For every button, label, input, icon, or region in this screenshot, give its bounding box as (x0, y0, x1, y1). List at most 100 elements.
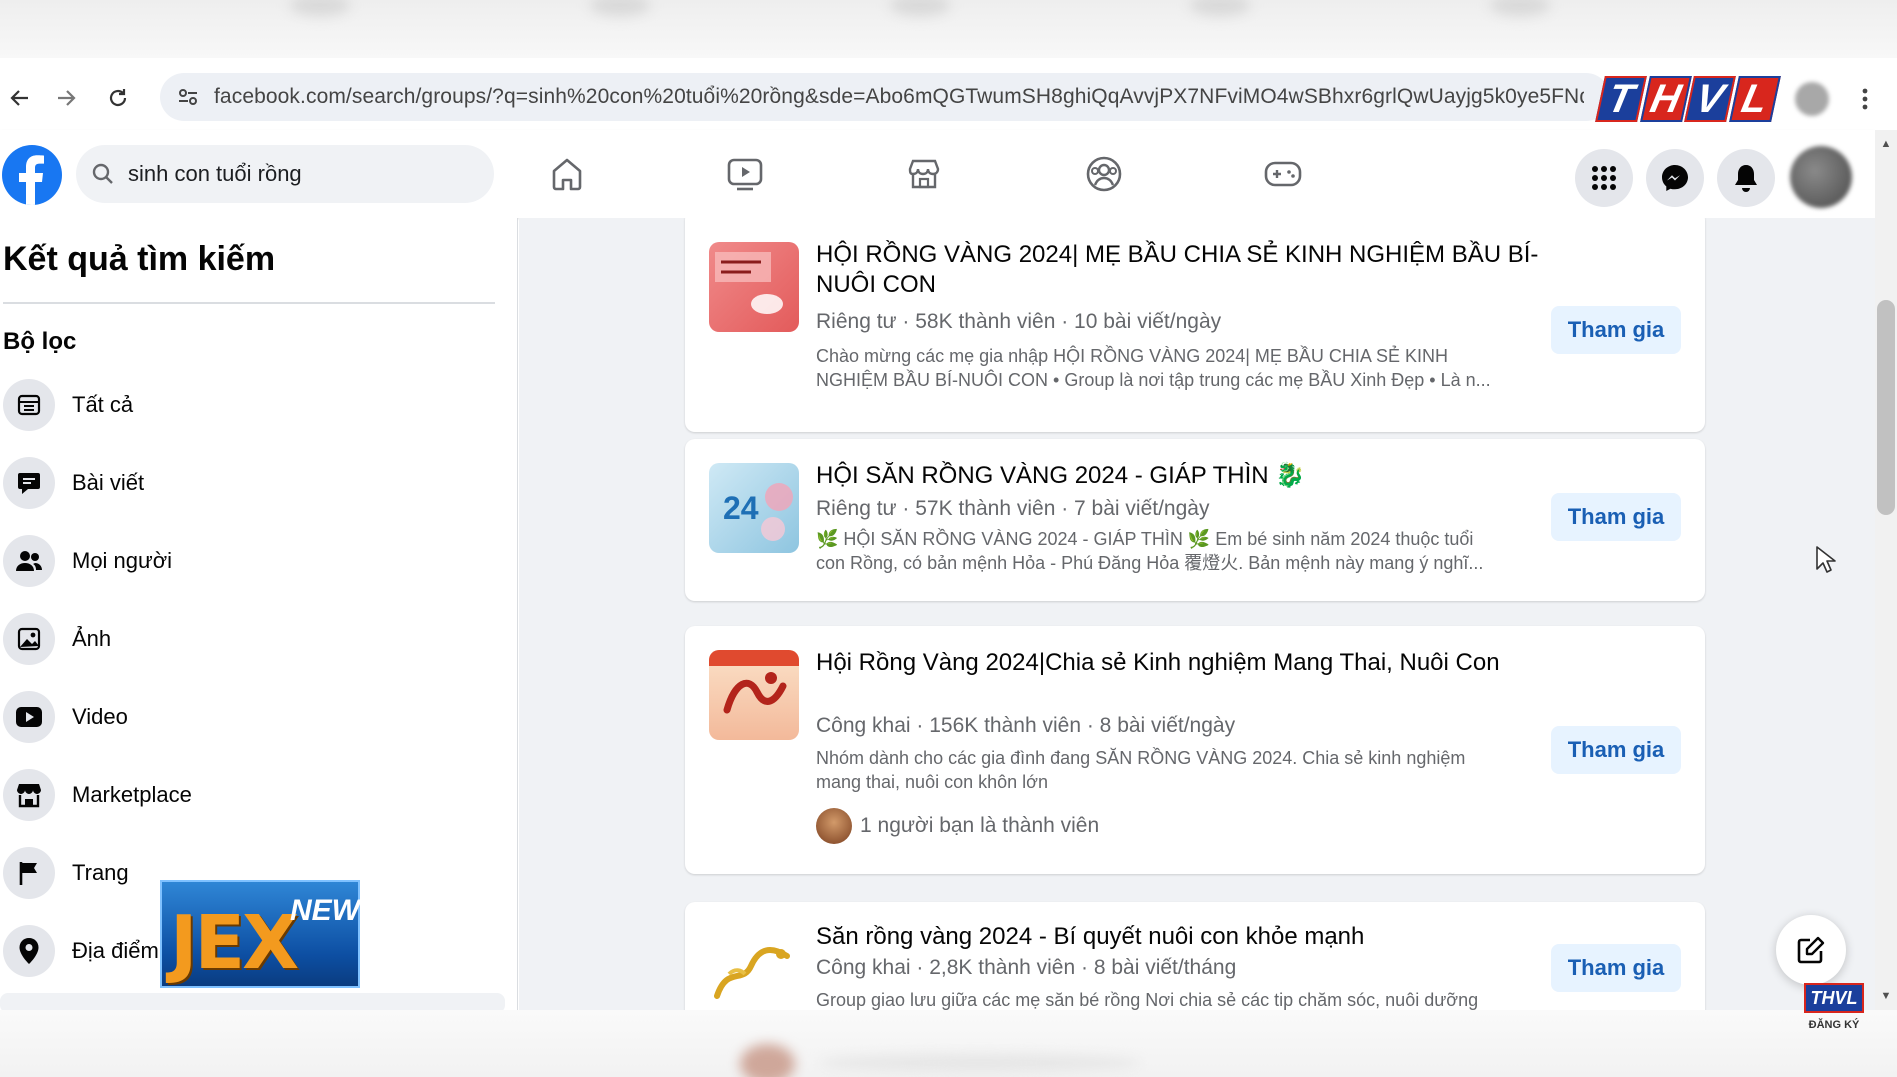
thvl-letter: V (1684, 76, 1736, 122)
group-title-link[interactable]: HỘI SĂN RỒNG VÀNG 2024 - GIÁP THÌN 🐉 (816, 461, 1576, 491)
group-cover-image[interactable] (709, 926, 799, 1010)
browser-toolbar: facebook.com/search/groups/?q=sinh%20con… (0, 68, 1897, 126)
group-cover-image[interactable]: 24 (709, 463, 799, 553)
gaming-icon (1264, 161, 1302, 187)
sidebar-item-label: Tất cả (72, 392, 134, 417)
group-description-line: Group giao lưu giữa các mẹ săn bé rồng N… (816, 990, 1479, 1010)
sidebar-item-marketplace[interactable]: Marketplace (0, 760, 500, 830)
photo-icon (3, 613, 55, 665)
scroll-down-arrow-icon[interactable]: ▼ (1878, 990, 1894, 1004)
reload-icon (109, 89, 127, 107)
sidebar-item-label: Trang (72, 860, 129, 885)
thvl-letter: H (1639, 76, 1691, 122)
sidebar-item-posts[interactable]: Bài viết (0, 448, 500, 518)
facebook-logo-icon[interactable] (2, 145, 62, 205)
forward-button[interactable] (46, 78, 86, 118)
group-description: 🌿 HỘI SĂN RỒNG VÀNG 2024 - GIÁP THÌN 🌿 E… (816, 527, 1536, 575)
group-result-card[interactable]: HỘI RỒNG VÀNG 2024| MẸ BẦU CHIA SẺ KINH … (685, 218, 1705, 432)
compose-icon (1797, 936, 1825, 964)
nav-gaming-button[interactable] (1261, 152, 1305, 196)
group-meta: Riêng tư · 58K thành viên · 10 bài viết/… (816, 310, 1222, 333)
address-bar[interactable]: facebook.com/search/groups/?q=sinh%20con… (160, 73, 1610, 121)
subscribe-watermark: THVL ĐĂNG KÝ (1803, 983, 1865, 1031)
group-description-line: Chào mừng các mẹ gia nhập HỘI RỒNG VÀNG … (816, 346, 1448, 366)
browser-menu-button[interactable] (1850, 82, 1880, 116)
group-description: Chào mừng các mẹ gia nhập HỘI RỒNG VÀNG … (816, 344, 1536, 392)
marketplace-icon (908, 159, 940, 189)
sidebar-item-label: Ảnh (72, 626, 112, 651)
group-cover-image[interactable] (709, 242, 799, 332)
friend-avatar (816, 808, 852, 844)
join-group-button[interactable]: Tham gia (1551, 306, 1681, 354)
join-group-button[interactable]: Tham gia (1551, 493, 1681, 541)
search-query-text: sinh con tuổi rồng (128, 161, 302, 186)
join-group-button[interactable]: Tham gia (1551, 726, 1681, 774)
messenger-button[interactable] (1646, 149, 1704, 207)
group-meta: Riêng tư · 57K thành viên · 7 bài viết/n… (816, 497, 1210, 520)
group-result-card[interactable]: Hội Rồng Vàng 2024|Chia sẻ Kinh nghiệm M… (685, 626, 1705, 874)
group-description: Group giao lưu giữa các mẹ săn bé rồng N… (816, 988, 1536, 1010)
page-scrollbar[interactable] (1875, 130, 1897, 1010)
notifications-button[interactable] (1717, 149, 1775, 207)
nav-groups-button[interactable] (1082, 152, 1126, 196)
group-title-link[interactable]: HỘI RỒNG VÀNG 2024| MẸ BẦU CHIA SẺ KINH … (816, 240, 1576, 300)
mouse-cursor-icon (1816, 546, 1836, 573)
sidebar-divider (3, 302, 495, 304)
page-title: Kết quả tìm kiếm (3, 240, 276, 278)
svg-text:24: 24 (723, 490, 759, 526)
back-button[interactable] (0, 78, 40, 118)
search-results-feed: HỘI RỒNG VÀNG 2024| MẸ BẦU CHIA SẺ KINH … (519, 218, 1875, 1010)
join-group-button[interactable]: Tham gia (1551, 944, 1681, 992)
account-avatar[interactable] (1790, 146, 1852, 208)
grid-menu-icon (1592, 166, 1616, 190)
more-vertical-icon (1862, 88, 1868, 110)
filter-heading: Bộ lọc (3, 328, 77, 355)
thvl-watermark-logo: T H V L (1595, 76, 1780, 122)
group-cover-image[interactable] (709, 650, 799, 740)
new-message-button[interactable] (1776, 915, 1846, 985)
video-frame-bottom (0, 1010, 1897, 1077)
arrow-right-icon (58, 90, 76, 106)
sidebar-item-photos[interactable]: Ảnh (0, 604, 500, 674)
sidebar-item-label: Địa điểm (72, 938, 159, 963)
sidebar-item-label: Bài viết (72, 470, 145, 495)
group-meta: Công khai · 2,8K thành viên · 8 bài viết… (816, 956, 1237, 979)
video-frame-top (0, 0, 1897, 58)
thvl-letter: T (1595, 76, 1647, 122)
browser-profile-avatar[interactable] (1795, 82, 1829, 116)
group-description-line: mang thai, nuôi con khôn lớn (816, 772, 1048, 792)
facebook-search-input[interactable]: sinh con tuổi rồng (76, 145, 494, 203)
sidebar-item-label: Marketplace (72, 782, 192, 807)
sidebar-item-label: Video (72, 704, 128, 729)
group-description-line: con Rồng, có bản mệnh Hỏa - Phú Đăng Hỏa… (816, 553, 1484, 573)
url-text: facebook.com/search/groups/?q=sinh%20con… (214, 85, 1584, 108)
site-settings-icon[interactable] (174, 83, 202, 111)
marketplace-icon (3, 769, 55, 821)
group-result-card[interactable]: Săn rồng vàng 2024 - Bí quyết nuôi con k… (685, 902, 1705, 1010)
group-title-link[interactable]: Săn rồng vàng 2024 - Bí quyết nuôi con k… (816, 922, 1576, 952)
nav-video-button[interactable] (723, 152, 767, 196)
search-icon (90, 161, 116, 187)
menu-button[interactable] (1575, 149, 1633, 207)
sidebar-item-videos[interactable]: Video (0, 682, 500, 752)
friend-members-info: 1 người bạn là thành viên (816, 808, 1099, 844)
watch-icon (727, 158, 763, 191)
arrow-left-icon (10, 90, 28, 106)
facebook-header: sinh con tuổi rồng (0, 130, 1875, 218)
group-title-link[interactable]: Hội Rồng Vàng 2024|Chia sẻ Kinh nghiệm M… (816, 648, 1576, 678)
group-description-line: Nhóm dành cho các gia đình đang SĂN RỒNG… (816, 748, 1466, 768)
sidebar-item-all[interactable]: Tất cả (0, 370, 500, 440)
nav-marketplace-button[interactable] (902, 152, 946, 196)
sidebar-item-label: Mọi người (72, 548, 173, 573)
video-icon (3, 691, 55, 743)
nav-home-button[interactable] (545, 152, 589, 196)
group-result-card[interactable]: 24 HỘI SĂN RỒNG VÀNG 2024 - GIÁP THÌN 🐉 … (685, 439, 1705, 601)
scrollbar-thumb[interactable] (1877, 300, 1895, 515)
scroll-up-arrow-icon[interactable]: ▲ (1878, 138, 1894, 152)
sidebar-item-partial[interactable] (0, 993, 505, 1010)
people-icon (3, 535, 55, 587)
reload-button[interactable] (98, 78, 138, 118)
jex-news-badge: JEX NEW (160, 880, 360, 988)
location-icon (3, 925, 55, 977)
sidebar-item-people[interactable]: Mọi người (0, 526, 500, 596)
